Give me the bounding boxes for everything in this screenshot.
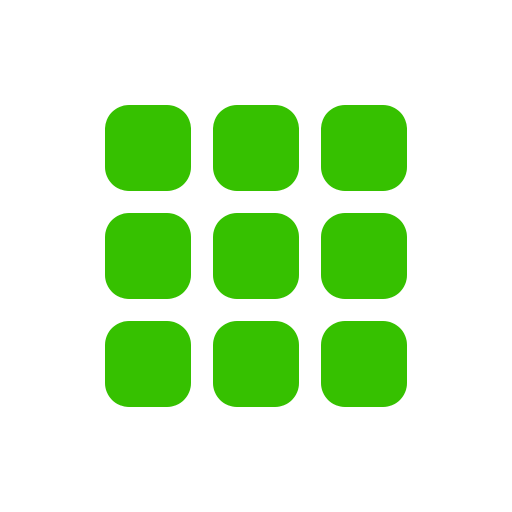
grid-tile	[321, 321, 407, 407]
grid-tile	[321, 213, 407, 299]
grid-tile	[213, 105, 299, 191]
grid-tile	[105, 105, 191, 191]
grid-tile	[213, 321, 299, 407]
grid-tile	[105, 213, 191, 299]
app-grid-icon	[105, 105, 407, 407]
grid-tile	[321, 105, 407, 191]
grid-tile	[105, 321, 191, 407]
grid-tile	[213, 213, 299, 299]
